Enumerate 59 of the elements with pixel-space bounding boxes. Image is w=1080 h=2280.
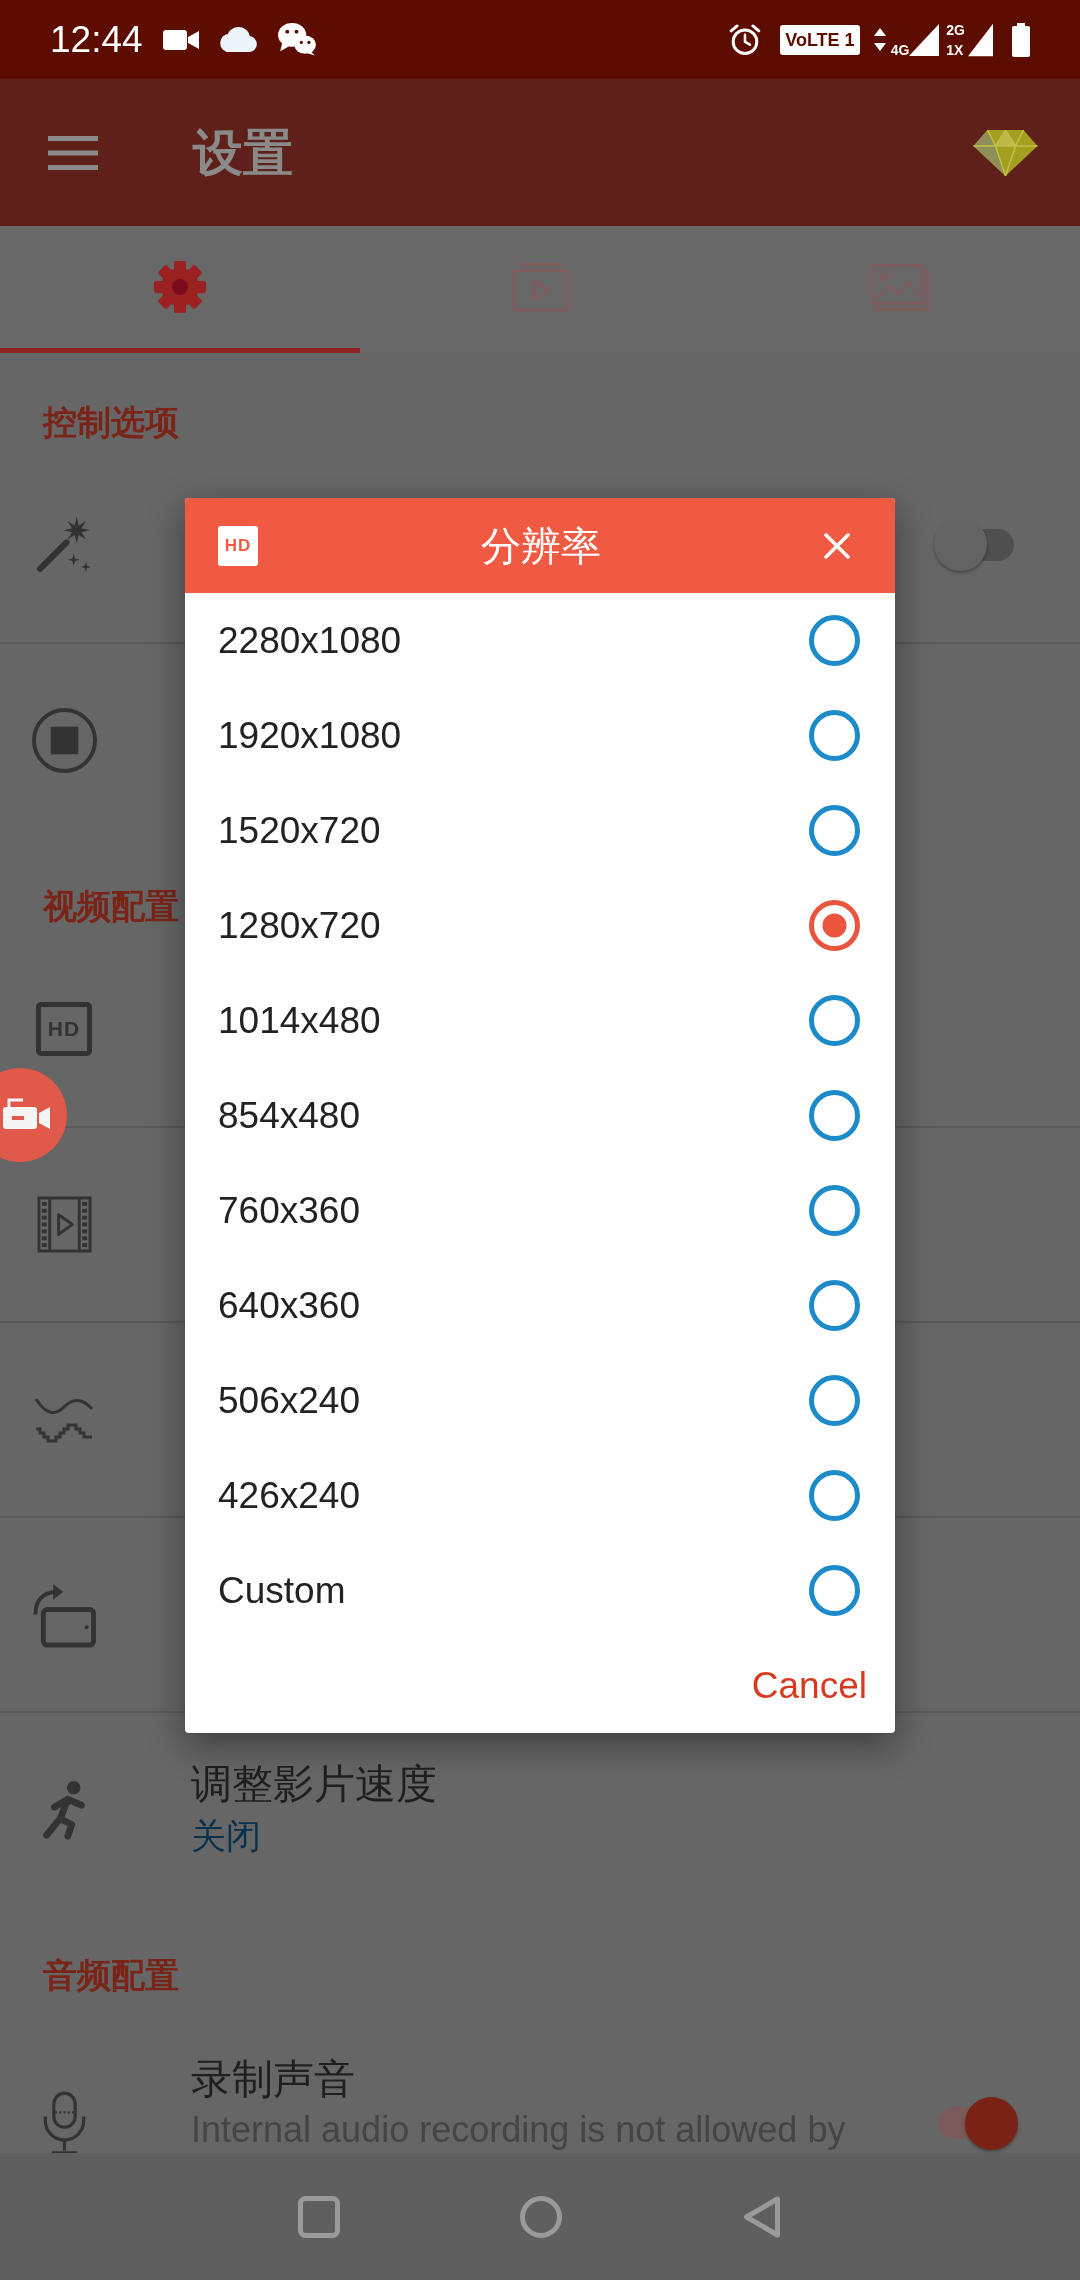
video-camera-icon — [162, 28, 199, 51]
radio-button[interactable] — [809, 1470, 860, 1521]
film-strip-icon — [36, 1196, 92, 1253]
section-header: 视频配置 — [43, 886, 179, 927]
radio-button[interactable] — [809, 995, 860, 1046]
gear-icon — [153, 260, 207, 314]
close-icon[interactable] — [824, 532, 850, 559]
floating-record-button[interactable] — [0, 1067, 68, 1163]
dialog-title: 分辨率 — [480, 525, 602, 566]
setting-title: 调整影片速度 — [191, 1759, 438, 1809]
resolution-option[interactable]: 426x240 — [185, 1448, 895, 1543]
radio-button[interactable] — [809, 1185, 860, 1236]
resolution-option[interactable]: 1280x720 — [185, 878, 895, 973]
stop-icon — [31, 708, 97, 773]
section-header: 音频配置 — [43, 1955, 179, 1996]
signal-icon — [909, 22, 940, 57]
resolution-option[interactable]: 640x360 — [185, 1258, 895, 1353]
radio-button[interactable] — [809, 900, 860, 951]
image-icon — [870, 263, 930, 311]
status-time: 12:44 — [50, 21, 143, 58]
resolution-option[interactable]: 1520x720 — [185, 783, 895, 878]
resolution-option[interactable]: 2280x1080 — [185, 593, 895, 688]
diamond-icon[interactable] — [972, 129, 1039, 176]
resolution-option[interactable]: 760x360 — [185, 1163, 895, 1258]
resolution-option[interactable]: 506x240 — [185, 1353, 895, 1448]
radio-button[interactable] — [809, 1565, 860, 1616]
network-type: 1X — [946, 42, 965, 57]
resolution-option[interactable]: 1014x480 — [185, 973, 895, 1068]
film-play-icon — [510, 261, 570, 313]
cloud-icon — [218, 26, 258, 53]
app-title: 设置 — [193, 127, 293, 178]
radio-button[interactable] — [809, 805, 860, 856]
signal-icon — [968, 22, 993, 57]
radio-button[interactable] — [809, 1090, 860, 1141]
data-arrows-icon — [873, 28, 886, 51]
setting-title: 录制声音 — [191, 2055, 356, 2104]
cancel-button[interactable]: Cancel — [751, 1667, 867, 1704]
rotate-device-icon — [30, 1581, 98, 1648]
setting-value: 关闭 — [191, 1814, 262, 1857]
hd-badge: HD — [218, 525, 258, 566]
network-type: 2G — [946, 22, 965, 37]
resolution-option[interactable]: Custom — [185, 1543, 895, 1638]
magic-wand-icon — [35, 516, 93, 573]
radio-button[interactable] — [809, 710, 860, 761]
radio-button[interactable] — [809, 615, 860, 666]
battery-icon — [1011, 22, 1031, 57]
network-type: 4G — [890, 42, 910, 57]
recents-square-icon[interactable] — [298, 2195, 340, 2238]
resolution-option[interactable]: 854x480 — [185, 1068, 895, 1163]
resolution-option[interactable]: 1920x1080 — [185, 688, 895, 783]
menu-icon[interactable] — [48, 135, 98, 170]
volte-badge: VoLTE 1 — [780, 24, 860, 55]
radio-button[interactable] — [809, 1280, 860, 1331]
back-icon[interactable] — [742, 2194, 782, 2239]
chat-bubbles-icon — [277, 23, 316, 56]
section-header: 控制选项 — [43, 402, 179, 443]
alarm-clock-icon — [729, 23, 762, 56]
home-circle-icon[interactable] — [520, 2195, 562, 2238]
radio-button[interactable] — [809, 1375, 860, 1426]
